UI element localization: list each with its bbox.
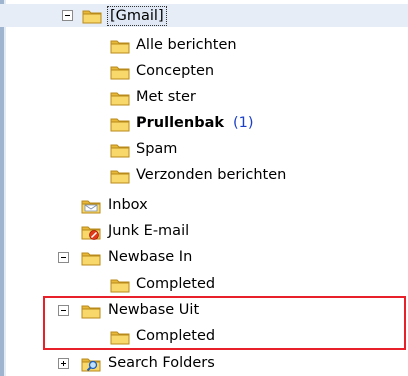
tree-node-newbase-in[interactable]: Newbase In [0,246,408,269]
tree-node-search-folders[interactable]: Search Folders [0,352,408,375]
tree-node-label: Concepten [136,63,215,79]
junk-folder-icon [81,226,101,240]
inbox-folder-icon [81,200,101,214]
folder-icon [110,64,130,80]
tree-node-met-ster[interactable]: Met ster [0,86,408,109]
tree-node-inbox[interactable]: Inbox [0,194,408,217]
tree-node-prullenbak[interactable]: Prullenbak (1) [0,112,408,135]
tree-node-verzonden-berichten[interactable]: Verzonden berichten [0,164,408,187]
folder-icon [110,277,130,293]
tree-node-label: Spam [136,141,178,157]
expand-toggle[interactable] [58,358,69,369]
folder-icon [81,303,101,319]
folder-icon [110,142,130,158]
tree-node-label: Completed [136,276,216,292]
folder-icon [82,8,102,24]
folder-icon [110,38,130,54]
tree-node-newbase-uit-completed[interactable]: Completed [0,325,408,348]
tree-node-alle-berichten[interactable]: Alle berichten [0,34,408,57]
tree-node-label: Prullenbak [136,115,225,131]
folder-icon [110,168,130,184]
folder-icon [110,329,130,345]
tree-node-gmail[interactable]: [Gmail] [0,4,408,27]
tree-node-label: Completed [136,328,216,344]
folder-icon [110,116,130,132]
tree-node-newbase-in-completed[interactable]: Completed [0,273,408,296]
unread-count: (1) [233,115,254,131]
tree-node-label: Verzonden berichten [136,167,287,183]
search-folder-icon [81,358,101,372]
tree-node-label: Inbox [108,197,148,213]
tree-node-label: Met ster [136,89,196,105]
tree-node-label: Newbase In [108,249,193,265]
tree-node-concepten[interactable]: Concepten [0,60,408,83]
tree-node-label: Search Folders [108,355,215,371]
collapse-toggle[interactable] [58,305,69,316]
tree-node-label: Junk E-mail [108,223,190,239]
collapse-toggle[interactable] [62,10,73,21]
tree-node-newbase-uit[interactable]: Newbase Uit [0,299,408,322]
collapse-toggle[interactable] [58,252,69,263]
tree-node-label: Alle berichten [136,37,237,53]
tree-node-label: [Gmail] [107,6,167,26]
folder-icon [81,250,101,266]
tree-node-spam[interactable]: Spam [0,138,408,161]
folder-icon [110,90,130,106]
tree-node-junk-email[interactable]: Junk E-mail [0,220,408,243]
tree-node-label: Newbase Uit [108,302,200,318]
